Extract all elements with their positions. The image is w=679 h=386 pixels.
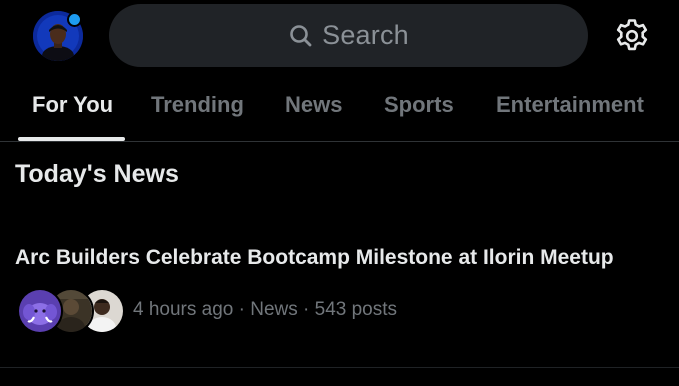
divider <box>0 367 679 368</box>
gear-icon <box>616 19 648 51</box>
search-bar[interactable]: Search <box>109 4 588 67</box>
active-tab-indicator <box>18 137 125 141</box>
elephant-mascot-icon <box>19 290 61 332</box>
tab-label: For You <box>32 92 114 117</box>
tab-for-you[interactable]: For You <box>0 78 142 141</box>
story-headline: Arc Builders Celebrate Bootcamp Mileston… <box>15 246 614 269</box>
search-placeholder: Search <box>322 20 409 50</box>
profile-avatar-button[interactable] <box>33 11 83 61</box>
notification-dot <box>67 12 82 27</box>
story-meta: 4 hours ago · News · 543 posts <box>133 299 398 320</box>
news-story-item[interactable]: Arc Builders Celebrate Bootcamp Mileston… <box>0 232 679 368</box>
search-icon <box>288 23 314 49</box>
tab-label: Sports <box>384 92 454 117</box>
top-bar: Search <box>0 0 679 72</box>
tab-trending[interactable]: Trending <box>142 78 260 140</box>
settings-button[interactable] <box>612 16 652 56</box>
section-title: Today's News <box>15 160 179 188</box>
story-avatar-stack <box>17 288 125 334</box>
tab-label: Trending <box>151 92 244 117</box>
avatar <box>17 288 63 334</box>
tab-label: News <box>285 92 343 117</box>
tab-bar: For You Trending News Sports Entertainme… <box>0 78 679 142</box>
tab-news[interactable]: News <box>260 78 368 140</box>
tab-entertainment[interactable]: Entertainment <box>478 78 679 140</box>
tab-sports[interactable]: Sports <box>368 78 478 140</box>
tab-label: Entertainment <box>496 92 644 117</box>
